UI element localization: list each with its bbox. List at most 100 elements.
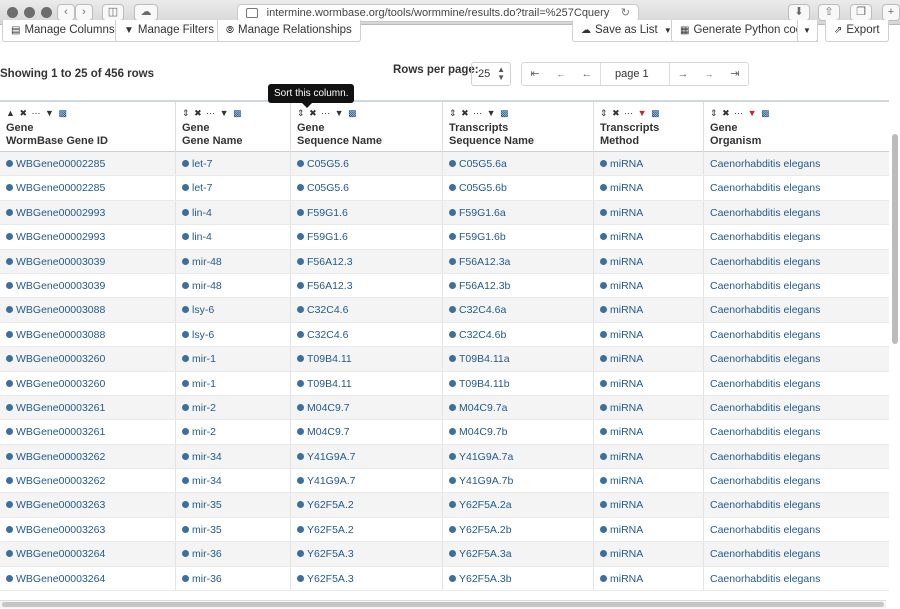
table-cell[interactable]: Caenorhabditis elegans xyxy=(704,323,889,346)
globe-icon[interactable] xyxy=(182,501,189,509)
cell-link[interactable]: WBGene00002285 xyxy=(16,182,105,194)
table-cell[interactable]: T09B4.11 xyxy=(291,347,443,371)
table-cell[interactable]: lin-4 xyxy=(176,225,291,249)
table-cell[interactable]: miRNA xyxy=(594,249,704,273)
table-cell[interactable]: WBGene00002993 xyxy=(0,225,176,249)
rows-per-page-select[interactable]: 25 ▲ ▼ xyxy=(471,62,511,86)
table-cell[interactable]: WBGene00003039 xyxy=(0,249,176,273)
table-cell[interactable]: WBGene00003260 xyxy=(0,371,176,395)
globe-icon[interactable] xyxy=(600,550,607,558)
cell-link[interactable]: let-7 xyxy=(192,182,212,194)
remove-column-icon[interactable]: ✖ xyxy=(194,108,203,118)
table-cell[interactable]: Y41G9A.7a xyxy=(443,444,594,469)
globe-icon[interactable] xyxy=(6,525,13,533)
filter-icon[interactable]: ▼ xyxy=(335,108,345,118)
cell-link[interactable]: miRNA xyxy=(610,475,643,487)
sort-icon[interactable]: ⇕ xyxy=(297,108,306,118)
globe-icon[interactable] xyxy=(182,525,189,533)
globe-icon[interactable] xyxy=(297,477,304,485)
cell-link[interactable]: miRNA xyxy=(610,231,643,243)
cell-link[interactable]: WBGene00003264 xyxy=(16,573,105,585)
close-window-icon[interactable] xyxy=(7,7,18,18)
remove-column-icon[interactable]: ✖ xyxy=(612,108,621,118)
globe-icon[interactable] xyxy=(6,306,13,314)
table-cell[interactable]: miRNA xyxy=(594,322,704,347)
cell-link[interactable]: WBGene00003262 xyxy=(16,451,105,463)
globe-icon[interactable] xyxy=(182,550,189,558)
forward-button[interactable]: › xyxy=(75,4,93,21)
remove-column-icon[interactable]: ✖ xyxy=(19,108,28,118)
first-page-button[interactable]: ⇤ xyxy=(522,63,548,85)
current-page-input[interactable]: page 1 xyxy=(600,63,670,85)
cell-link[interactable]: Y62F5A.3b xyxy=(459,573,512,585)
cell-link[interactable]: lin-4 xyxy=(192,231,212,243)
cell-link[interactable]: T09B4.11 xyxy=(307,378,352,390)
cell-link[interactable]: C32C4.6 xyxy=(307,304,348,316)
cell-link[interactable]: Caenorhabditis elegans xyxy=(710,426,820,438)
cell-link[interactable]: lsy-6 xyxy=(192,329,214,341)
table-cell[interactable]: F59G1.6 xyxy=(291,200,443,225)
table-cell[interactable]: let-7 xyxy=(176,176,291,200)
cell-link[interactable]: Y41G9A.7 xyxy=(307,451,355,463)
table-cell[interactable]: mir-34 xyxy=(176,469,291,493)
cell-link[interactable]: miRNA xyxy=(610,158,643,170)
globe-icon[interactable] xyxy=(182,452,189,460)
globe-icon[interactable] xyxy=(449,208,456,216)
table-cell[interactable]: C32C4.6b xyxy=(443,322,594,347)
cell-link[interactable]: Caenorhabditis elegans xyxy=(710,524,820,536)
globe-icon[interactable] xyxy=(297,525,304,533)
manage-columns-button[interactable]: ▤ Manage Columns xyxy=(2,20,124,42)
table-cell[interactable]: F59G1.6 xyxy=(291,225,443,249)
cell-link[interactable]: F59G1.6b xyxy=(459,231,506,243)
table-cell[interactable]: lsy-6 xyxy=(176,298,291,322)
globe-icon[interactable] xyxy=(182,208,189,216)
table-cell[interactable]: Caenorhabditis elegans xyxy=(704,201,889,224)
table-cell[interactable]: Caenorhabditis elegans xyxy=(704,298,889,321)
table-cell[interactable]: T09B4.11 xyxy=(291,371,443,395)
table-cell[interactable]: Y41G9A.7 xyxy=(291,444,443,469)
cell-link[interactable]: mir-1 xyxy=(192,353,216,365)
cell-link[interactable]: WBGene00003039 xyxy=(16,280,105,292)
remove-column-icon[interactable]: ✖ xyxy=(722,108,731,118)
cell-link[interactable]: F59G1.6a xyxy=(459,207,506,219)
sort-icon[interactable]: ⇕ xyxy=(182,108,191,118)
cell-link[interactable]: WBGene00003088 xyxy=(16,329,105,341)
table-cell[interactable]: miRNA xyxy=(594,176,704,200)
cell-link[interactable]: miRNA xyxy=(610,402,643,414)
remove-column-icon[interactable]: ✖ xyxy=(309,108,318,118)
cell-link[interactable]: miRNA xyxy=(610,548,643,560)
cell-link[interactable]: WBGene00002993 xyxy=(16,231,105,243)
table-cell[interactable]: Y62F5A.2 xyxy=(291,517,443,542)
table-cell[interactable]: miRNA xyxy=(594,444,704,469)
table-cell[interactable]: miRNA xyxy=(594,469,704,493)
table-cell[interactable]: Caenorhabditis elegans xyxy=(704,493,889,516)
cell-link[interactable]: F56A12.3 xyxy=(307,280,353,292)
globe-icon[interactable] xyxy=(182,233,189,241)
cell-link[interactable]: mir-36 xyxy=(192,548,222,560)
globe-icon[interactable] xyxy=(6,477,13,485)
globe-icon[interactable] xyxy=(297,233,304,241)
globe-icon[interactable] xyxy=(182,306,189,314)
globe-icon[interactable] xyxy=(6,257,13,265)
table-cell[interactable]: miRNA xyxy=(594,273,704,298)
cell-link[interactable]: Y62F5A.3a xyxy=(459,548,512,560)
globe-icon[interactable] xyxy=(449,525,456,533)
cell-link[interactable]: miRNA xyxy=(610,256,643,268)
cell-link[interactable]: WBGene00003264 xyxy=(16,548,105,560)
table-cell[interactable]: miRNA xyxy=(594,371,704,395)
table-cell[interactable]: WBGene00003263 xyxy=(0,493,176,517)
cell-link[interactable]: mir-2 xyxy=(192,402,216,414)
cell-link[interactable]: miRNA xyxy=(610,499,643,511)
table-cell[interactable]: miRNA xyxy=(594,493,704,517)
table-cell[interactable]: Caenorhabditis elegans xyxy=(704,469,889,492)
reader-icon[interactable] xyxy=(246,8,258,18)
cell-link[interactable]: C05G5.6 xyxy=(307,182,349,194)
globe-icon[interactable] xyxy=(449,233,456,241)
cell-link[interactable]: C05G5.6b xyxy=(459,182,507,194)
cell-link[interactable]: WBGene00002993 xyxy=(16,207,105,219)
table-cell[interactable]: Caenorhabditis elegans xyxy=(704,372,889,395)
globe-icon[interactable] xyxy=(182,428,189,436)
globe-icon[interactable] xyxy=(449,428,456,436)
table-cell[interactable]: miRNA xyxy=(594,225,704,249)
cell-link[interactable]: WBGene00002285 xyxy=(16,158,105,170)
